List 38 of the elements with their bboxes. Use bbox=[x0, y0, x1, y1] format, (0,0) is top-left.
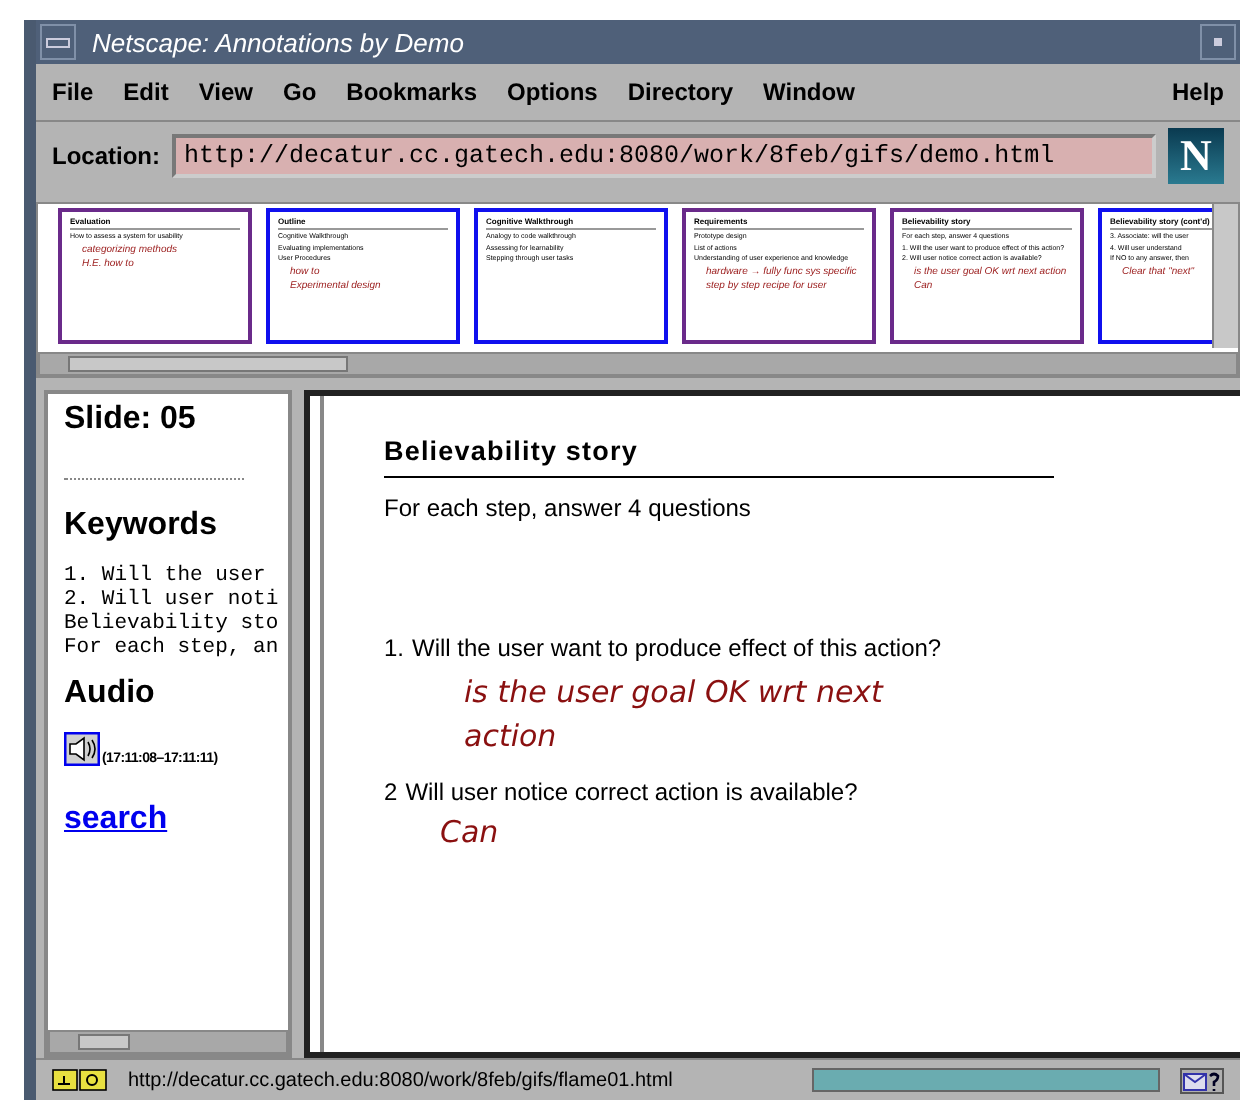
speaker-icon[interactable] bbox=[64, 732, 100, 766]
slide-subtitle: For each step, answer 4 questions bbox=[384, 494, 753, 522]
menu-item[interactable]: View bbox=[198, 78, 253, 106]
keywords-heading: Keywords bbox=[64, 508, 219, 544]
keyword-line: Believability sto bbox=[64, 612, 281, 636]
handwritten-note: is the user goal OK wrt next action bbox=[462, 672, 886, 758]
horizontal-scrollbar[interactable] bbox=[38, 352, 1238, 376]
slide-number: Slide: 05 bbox=[64, 402, 198, 438]
vertical-scrollbar[interactable] bbox=[1212, 204, 1238, 348]
window-menu-button[interactable] bbox=[40, 24, 76, 60]
status-url: http://decatur.cc.gatech.edu:8080/work/8feb/gifs/flame01.html bbox=[128, 1069, 673, 1091]
menu-item[interactable]: Options bbox=[507, 78, 598, 106]
location-field[interactable]: http://decatur.cc.gatech.edu:8080/work/8feb/gifs/demo.html bbox=[172, 134, 1156, 178]
audio-heading: Audio bbox=[64, 676, 157, 712]
question-text: Will user notice correct action is available? bbox=[405, 778, 858, 806]
handwritten-note: Can bbox=[438, 814, 501, 850]
search-link[interactable]: search bbox=[64, 802, 168, 838]
question-text: Will the user want to produce effect of this action? bbox=[412, 634, 942, 662]
menu-item[interactable]: Bookmarks bbox=[346, 78, 478, 106]
menu-item[interactable]: Edit bbox=[123, 78, 169, 106]
question-number: 2 bbox=[384, 778, 398, 806]
menu-item[interactable]: Directory bbox=[627, 78, 734, 106]
slide-title: Believability story bbox=[384, 436, 640, 466]
keyword-line: 2. Will user noti bbox=[64, 588, 281, 612]
netscape-logo: N bbox=[1168, 128, 1224, 184]
menu-item[interactable]: Window bbox=[763, 78, 855, 106]
keyword-line: 1. Will the user bbox=[64, 564, 268, 588]
menu-item[interactable]: Help bbox=[1171, 78, 1224, 106]
minimize-button[interactable] bbox=[1200, 24, 1236, 60]
mail-icon[interactable] bbox=[1180, 1067, 1224, 1093]
menu-item[interactable]: File bbox=[52, 78, 94, 106]
question-number: 1. bbox=[384, 634, 405, 662]
menu-item[interactable]: Go bbox=[282, 78, 317, 106]
keyword-line: For each step, an bbox=[64, 636, 281, 660]
location-label: Location: bbox=[52, 142, 160, 170]
window-title: Netscape: Annotations by Demo bbox=[92, 27, 466, 57]
security-key-icon bbox=[52, 1068, 108, 1092]
horizontal-scrollbar[interactable] bbox=[48, 1030, 288, 1054]
